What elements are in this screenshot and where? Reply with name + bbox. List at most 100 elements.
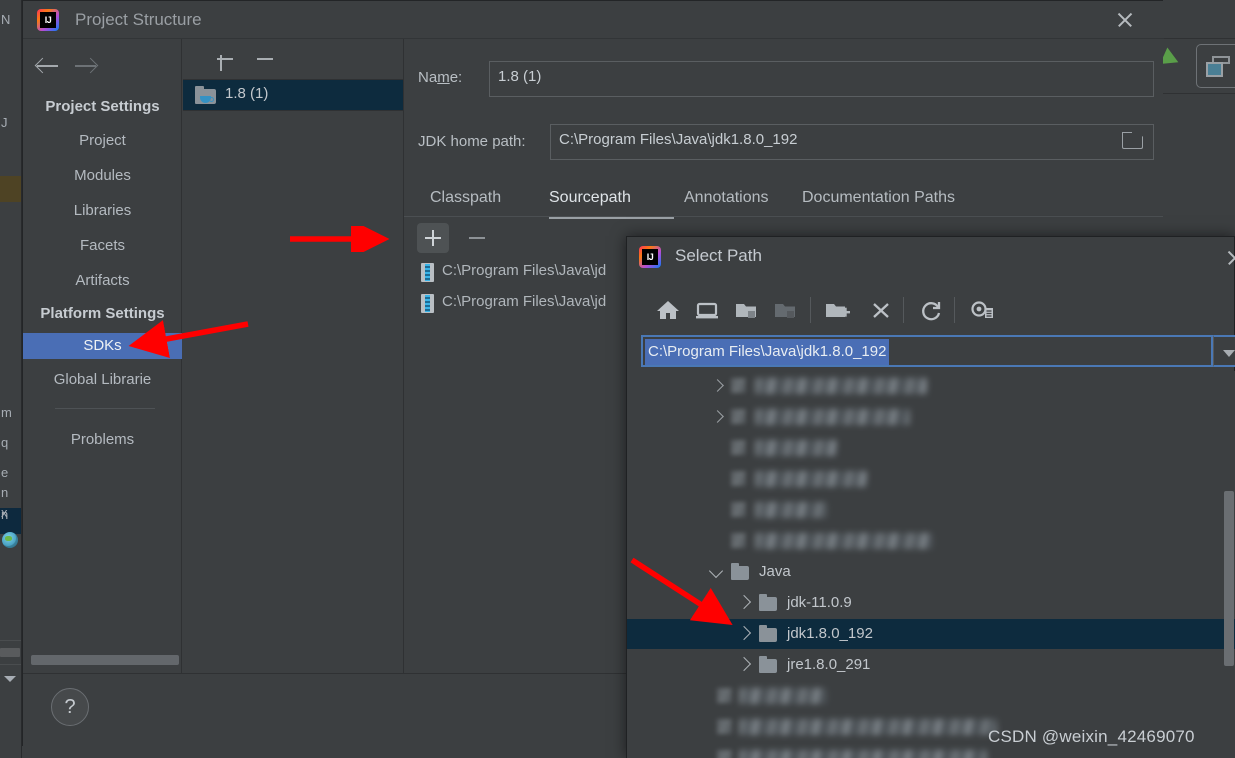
select-path-toolbar: Hide path (627, 289, 1235, 366)
tree-row-label: jre1.8.0_291 (787, 656, 871, 673)
chevron-right-icon[interactable] (736, 594, 752, 610)
sidebar-item-global-libraries[interactable]: Global Librarie (23, 367, 182, 393)
tree-row[interactable] (627, 681, 1235, 711)
redacted-label (755, 440, 837, 456)
module-folder-icon[interactable] (769, 295, 801, 325)
delete-icon[interactable] (865, 295, 897, 325)
redacted-label (739, 688, 827, 704)
csdn-watermark: CSDN @weixin_42469070 (988, 727, 1195, 746)
list-item-label: C:\Program Files\Java\jd (442, 293, 607, 310)
add-sourcepath-button[interactable] (417, 223, 449, 253)
settings-sidebar: Project Settings Project Modules Librari… (23, 39, 182, 673)
add-sdk-button[interactable] (213, 47, 237, 71)
sidebar-divider (55, 408, 155, 409)
tab-sourcepath[interactable]: Sourcepath (549, 179, 631, 217)
toolbar-divider (954, 297, 955, 323)
tab-annotations[interactable]: Annotations (684, 179, 769, 217)
remove-sourcepath-button[interactable] (461, 223, 493, 253)
redacted-label (755, 502, 827, 518)
tab-documentation-paths[interactable]: Documentation Paths (802, 179, 955, 217)
select-path-dialog: Select Path (626, 236, 1235, 758)
screenshot-root: N J m q e n x n Project Structure (0, 0, 1235, 758)
chevron-right-icon[interactable] (711, 379, 724, 392)
ide-left-strip: N J m q e n x n (0, 0, 22, 758)
tree-row-jre18[interactable]: jre1.8.0_291 (627, 650, 1235, 680)
sidebar-section-project-settings: Project Settings (45, 98, 160, 115)
sidebar-horizontal-scrollbar[interactable] (31, 655, 179, 665)
jdk-home-path-label: JDK home path: (418, 133, 526, 150)
intellij-logo-icon (37, 9, 59, 31)
project-structure-titlebar: Project Structure (23, 1, 1164, 39)
sidebar-item-artifacts[interactable]: Artifacts (23, 268, 182, 294)
name-field-label: Name: (418, 69, 463, 86)
ide-left-letter: n (1, 507, 9, 522)
sidebar-item-facets[interactable]: Facets (23, 233, 182, 259)
redacted-label (755, 378, 927, 394)
folder-browse-icon[interactable] (1122, 132, 1148, 152)
tree-row[interactable] (627, 495, 1235, 525)
select-path-title: Select Path (675, 246, 762, 265)
tree-row-java[interactable]: Java (627, 557, 1235, 587)
globe-icon (2, 532, 18, 548)
chevron-down-icon[interactable] (708, 563, 724, 579)
chevron-down-icon (4, 676, 16, 682)
tree-row[interactable] (627, 402, 1235, 432)
tree-row-label: jdk1.8.0_192 (787, 625, 873, 642)
sdk-toolbar (182, 39, 404, 77)
path-history-dropdown[interactable] (1213, 335, 1235, 367)
chevron-right-icon[interactable] (736, 625, 752, 641)
sdk-list-column: 1.8 (1) (182, 39, 404, 673)
file-tree: Java jdk-11.0.9 jdk1.8.0_192 jre1.8.0_29… (627, 371, 1235, 758)
refresh-icon[interactable] (915, 295, 947, 325)
desktop-icon[interactable] (691, 295, 723, 325)
folder-java-icon (195, 86, 217, 105)
sdk-list-item[interactable]: 1.8 (1) (183, 79, 403, 111)
sdk-tabs: Classpath Sourcepath Annotations Documen… (404, 179, 1163, 219)
path-input[interactable]: C:\Program Files\Java\jdk1.8.0_192 (641, 335, 1213, 367)
redacted-label (755, 471, 867, 487)
select-path-titlebar: Select Path (627, 237, 1235, 277)
folder-icon (759, 625, 777, 642)
list-item-label: C:\Program Files\Java\jd (442, 262, 607, 279)
project-folder-icon[interactable] (730, 295, 762, 325)
name-input[interactable]: 1.8 (1) (489, 61, 1154, 97)
ide-left-swatch (0, 176, 21, 202)
jar-archive-icon (421, 294, 434, 313)
nav-arrows (23, 49, 182, 83)
forward-arrow-icon[interactable] (73, 55, 99, 77)
project-structure-title: Project Structure (75, 10, 202, 29)
chevron-right-icon[interactable] (711, 410, 724, 423)
tree-row[interactable] (627, 464, 1235, 494)
tree-row-jdk-11[interactable]: jdk-11.0.9 (627, 588, 1235, 618)
sidebar-item-libraries[interactable]: Libraries (23, 198, 182, 224)
ide-left-scrollbar[interactable] (0, 648, 20, 657)
sidebar-item-problems[interactable]: Problems (23, 427, 182, 453)
back-arrow-icon[interactable] (34, 55, 61, 77)
tree-row[interactable] (627, 371, 1235, 401)
redacted-label (739, 719, 997, 735)
folder-icon (759, 656, 777, 673)
help-button[interactable]: ? (51, 688, 89, 726)
home-icon[interactable] (652, 295, 684, 325)
intellij-logo-icon (639, 246, 661, 268)
close-icon[interactable] (1223, 247, 1235, 269)
tree-row[interactable] (627, 526, 1235, 556)
chevron-right-icon[interactable] (736, 656, 752, 672)
sidebar-item-sdks[interactable]: SDKs (23, 333, 182, 359)
sidebar-item-modules[interactable]: Modules (23, 163, 182, 189)
ide-left-letter: q (1, 435, 9, 450)
tree-row[interactable] (627, 433, 1235, 463)
sidebar-item-project[interactable]: Project (23, 128, 182, 154)
toolbar-divider (903, 297, 904, 323)
tree-vertical-scrollbar[interactable] (1224, 491, 1234, 666)
show-hidden-icon[interactable] (965, 295, 997, 325)
tree-row-jdk18[interactable]: jdk1.8.0_192 (627, 619, 1235, 649)
remove-sdk-button[interactable] (253, 47, 277, 71)
close-icon[interactable] (1108, 5, 1142, 35)
ide-left-letter: J (1, 115, 8, 130)
jdk-home-path-input[interactable]: C:\Program Files\Java\jdk1.8.0_192 (550, 124, 1154, 160)
new-folder-icon[interactable] (821, 295, 853, 325)
tab-classpath[interactable]: Classpath (430, 179, 501, 217)
tree-row-label: jdk-11.0.9 (787, 594, 852, 611)
ide-left-letter: N (1, 12, 11, 27)
